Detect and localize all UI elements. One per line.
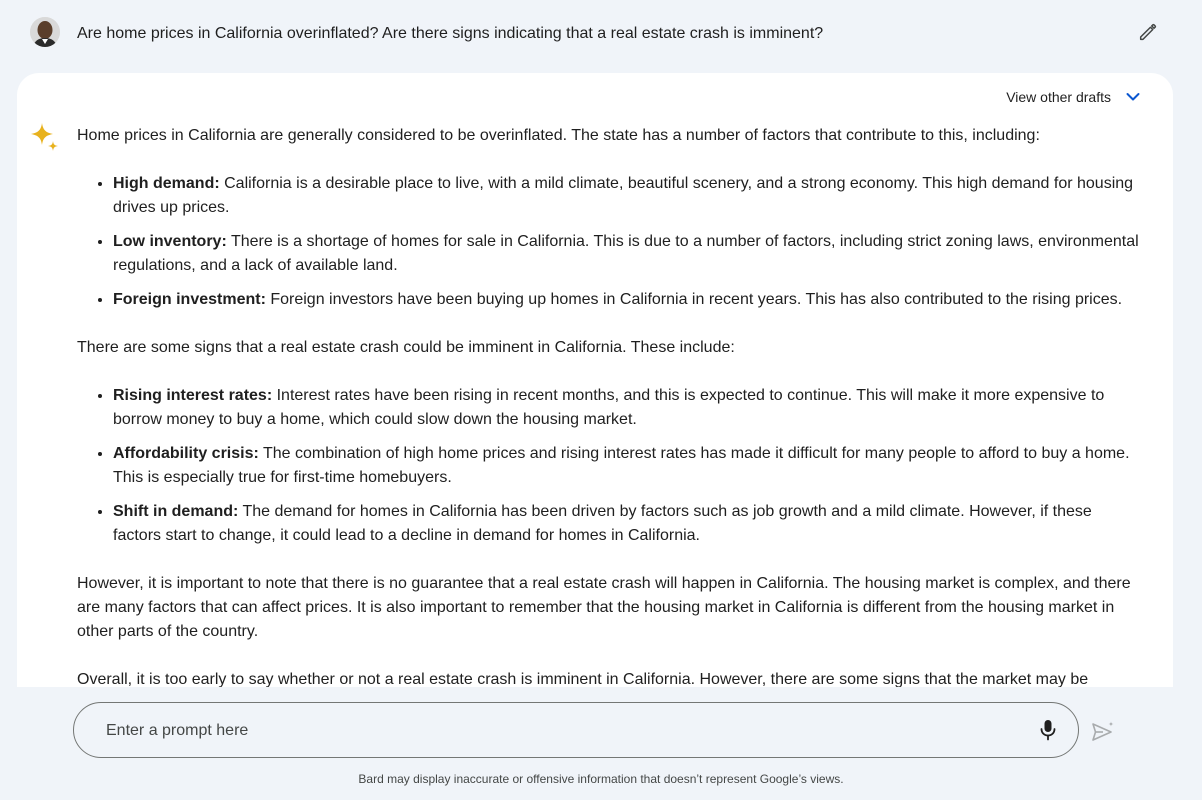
drafts-label: View other drafts (1006, 89, 1111, 105)
list-item-text: The demand for homes in California has b… (113, 503, 1092, 544)
factors-list: High demand: California is a desirable p… (77, 172, 1139, 312)
bard-chat-app: Are home prices in California overinflat… (0, 0, 1202, 800)
view-other-drafts-button[interactable]: View other drafts (1006, 87, 1141, 107)
user-avatar (30, 17, 60, 47)
avatar-portrait (30, 17, 60, 47)
send-button[interactable] (1090, 719, 1116, 745)
list-item-text: There is a shortage of homes for sale in… (113, 233, 1139, 274)
prompt-input-container (73, 702, 1079, 759)
list-item: Rising interest rates: Interest rates ha… (113, 384, 1139, 432)
response-intro: Home prices in California are generally … (77, 127, 1040, 144)
signs-intro: There are some signs that a real estate … (77, 339, 735, 356)
list-item-term: Affordability crisis: (113, 445, 259, 462)
microphone-icon (1040, 720, 1056, 741)
list-item-term: Shift in demand: (113, 503, 239, 520)
microphone-button[interactable] (1036, 718, 1060, 742)
list-item-text: California is a desirable place to live,… (113, 175, 1134, 216)
edit-prompt-button[interactable] (1136, 20, 1160, 44)
user-prompt-text: Are home prices in California overinflat… (77, 25, 824, 42)
signs-list: Rising interest rates: Interest rates ha… (77, 384, 1139, 548)
list-item-term: High demand: (113, 175, 220, 192)
list-item-term: Low inventory: (113, 233, 227, 250)
response-caveat: However, it is important to note that th… (77, 575, 1131, 640)
prompt-input[interactable] (104, 703, 1008, 759)
list-item-text: Foreign investors have been buying up ho… (265, 291, 1123, 308)
sparkle-icon (29, 121, 61, 153)
list-item-term: Rising interest rates: (113, 387, 273, 404)
chevron-down-icon (1126, 93, 1140, 101)
response-body: Home prices in California are generally … (77, 124, 1139, 687)
response-overall: Overall, it is too early to say whether … (77, 671, 1089, 687)
list-item-term: Foreign investment: (113, 291, 266, 308)
disclaimer-text: Bard may display inaccurate or offensive… (358, 772, 844, 786)
list-item: Low inventory: There is a shortage of ho… (113, 230, 1139, 278)
list-item: Shift in demand: The demand for homes in… (113, 500, 1139, 548)
list-item: High demand: California is a desirable p… (113, 172, 1139, 220)
send-icon (1092, 721, 1114, 741)
list-item-text: The combination of high home prices and … (113, 445, 1130, 486)
list-item: Foreign investment: Foreign investors ha… (113, 288, 1139, 312)
list-item: Affordability crisis: The combination of… (113, 442, 1139, 490)
pencil-icon (1139, 23, 1157, 41)
response-card: View other drafts Home prices in Califor… (17, 73, 1173, 687)
user-prompt-row: Are home prices in California overinflat… (0, 0, 1202, 68)
